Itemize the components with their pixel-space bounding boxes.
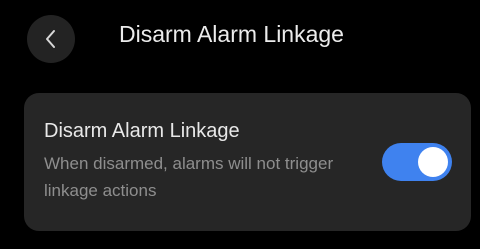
chevron-left-icon xyxy=(46,30,55,48)
toggle-knob xyxy=(418,147,448,177)
setting-description: When disarmed, alarms will not trigger l… xyxy=(44,154,334,200)
header-bar: Disarm Alarm Linkage xyxy=(0,0,480,66)
page-title: Disarm Alarm Linkage xyxy=(119,21,344,47)
setting-card: Disarm Alarm Linkage When disarmed, alar… xyxy=(24,93,471,231)
screen: Disarm Alarm Linkage Disarm Alarm Linkag… xyxy=(0,0,480,249)
disarm-linkage-toggle[interactable] xyxy=(382,143,452,181)
setting-title: Disarm Alarm Linkage xyxy=(44,120,240,142)
back-button[interactable] xyxy=(27,15,75,63)
